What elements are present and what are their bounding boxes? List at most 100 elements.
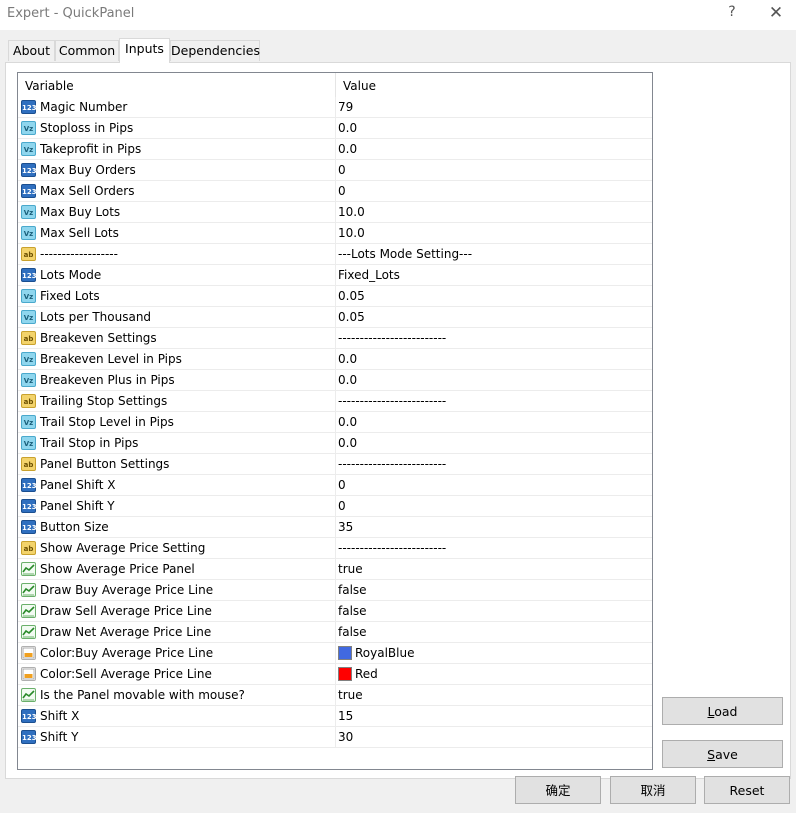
table-row[interactable]: Vz Max Sell Lots 10.0 bbox=[18, 223, 652, 244]
table-row[interactable]: ab Show Average Price Setting ------------… bbox=[18, 538, 652, 559]
table-row[interactable]: Vz Trail Stop in Pips 0.0 bbox=[18, 433, 652, 454]
value-cell[interactable]: 0 bbox=[336, 475, 652, 496]
value-cell[interactable]: 0.0 bbox=[336, 412, 652, 433]
int-icon: 123 bbox=[21, 499, 37, 513]
table-row[interactable]: Vz Max Buy Lots 10.0 bbox=[18, 202, 652, 223]
value-cell[interactable]: 0.0 bbox=[336, 139, 652, 160]
variable-cell: 123 Shift Y bbox=[18, 727, 336, 748]
value-cell[interactable]: 0.0 bbox=[336, 433, 652, 454]
value-cell[interactable]: ------------------------- bbox=[336, 391, 652, 412]
variable-name: Panel Shift X bbox=[40, 478, 116, 492]
tab-inputs[interactable]: Inputs bbox=[119, 38, 170, 63]
table-row[interactable]: 123 Lots Mode Fixed_Lots bbox=[18, 265, 652, 286]
variable-value: false bbox=[338, 604, 367, 618]
value-cell[interactable]: ------------------------- bbox=[336, 454, 652, 475]
value-cell[interactable]: Red bbox=[336, 664, 652, 685]
int-icon: 123 bbox=[21, 520, 37, 534]
tab-about[interactable]: About bbox=[8, 40, 55, 61]
inputs-table[interactable]: Variable Value 123 Magic Number 79 Vz Stoplo… bbox=[17, 72, 653, 770]
value-cell[interactable]: 10.0 bbox=[336, 202, 652, 223]
table-row[interactable]: ab Breakeven Settings --------------------… bbox=[18, 328, 652, 349]
string-icon: ab bbox=[21, 247, 36, 261]
variable-cell: 123 Panel Shift X bbox=[18, 475, 336, 496]
load-button[interactable]: Load bbox=[662, 697, 783, 725]
value-cell[interactable]: 15 bbox=[336, 706, 652, 727]
table-row[interactable]: Vz Takeprofit in Pips 0.0 bbox=[18, 139, 652, 160]
variable-cell: Vz Stoploss in Pips bbox=[18, 118, 336, 139]
reset-button[interactable]: Reset bbox=[704, 776, 790, 804]
table-row[interactable]: Color:Sell Average Price Line Red bbox=[18, 664, 652, 685]
value-cell[interactable]: 0 bbox=[336, 496, 652, 517]
value-cell[interactable]: 0 bbox=[336, 181, 652, 202]
variable-name: Fixed Lots bbox=[40, 289, 100, 303]
variable-name: Lots Mode bbox=[40, 268, 102, 282]
variable-name: Max Buy Lots bbox=[40, 205, 121, 219]
tab-dependencies[interactable]: Dependencies bbox=[170, 40, 260, 61]
variable-name: Shift Y bbox=[40, 730, 79, 744]
table-row[interactable]: 123 Button Size 35 bbox=[18, 517, 652, 538]
variable-value: Fixed_Lots bbox=[338, 268, 400, 282]
table-row[interactable]: 123 Panel Shift X0 bbox=[18, 475, 652, 496]
table-row[interactable]: Draw Sell Average Price Line false bbox=[18, 601, 652, 622]
table-row[interactable]: Draw Buy Average Price Line false bbox=[18, 580, 652, 601]
value-cell[interactable]: 0.05 bbox=[336, 307, 652, 328]
ok-button[interactable]: 确定 bbox=[515, 776, 601, 804]
variable-name: Trail Stop Level in Pips bbox=[40, 415, 174, 429]
tab-common[interactable]: Common bbox=[55, 40, 119, 61]
value-cell[interactable]: true bbox=[336, 685, 652, 706]
table-row[interactable]: Vz Trail Stop Level in Pips 0.0 bbox=[18, 412, 652, 433]
table-row[interactable]: 123 Shift X 15 bbox=[18, 706, 652, 727]
column-header-variable[interactable]: Variable bbox=[18, 73, 336, 97]
table-row[interactable]: 123 Shift Y 30 bbox=[18, 727, 652, 748]
variable-value: 0 bbox=[338, 184, 346, 198]
close-button[interactable]: ✕ bbox=[766, 3, 786, 23]
variable-name: Trailing Stop Settings bbox=[40, 394, 168, 408]
value-cell[interactable]: false bbox=[336, 601, 652, 622]
save-button[interactable]: Save bbox=[662, 740, 783, 768]
table-row[interactable]: Vz Fixed Lots 0.05 bbox=[18, 286, 652, 307]
help-button[interactable]: ? bbox=[725, 4, 739, 20]
variable-name: Panel Shift Y bbox=[40, 499, 115, 513]
variable-name: Breakeven Plus in Pips bbox=[40, 373, 175, 387]
table-row[interactable]: 123 Magic Number 79 bbox=[18, 97, 652, 118]
table-row[interactable]: Color:Buy Average Price Line RoyalBlue bbox=[18, 643, 652, 664]
value-cell[interactable]: 0.0 bbox=[336, 118, 652, 139]
value-cell[interactable]: false bbox=[336, 622, 652, 643]
bool-icon bbox=[21, 604, 36, 618]
value-cell[interactable]: 0.0 bbox=[336, 349, 652, 370]
table-row[interactable]: ab Trailing Stop Settings ----------------… bbox=[18, 391, 652, 412]
table-row[interactable]: Vz Stoploss in Pips 0.0 bbox=[18, 118, 652, 139]
table-row[interactable]: Is the Panel movable with mouse? true bbox=[18, 685, 652, 706]
variable-name: Trail Stop in Pips bbox=[40, 436, 139, 450]
value-cell[interactable]: 30 bbox=[336, 727, 652, 748]
value-cell[interactable]: 35 bbox=[336, 517, 652, 538]
value-cell[interactable]: 0 bbox=[336, 160, 652, 181]
value-cell[interactable]: 10.0 bbox=[336, 223, 652, 244]
table-row[interactable]: Draw Net Average Price Line false bbox=[18, 622, 652, 643]
variable-value: 0 bbox=[338, 163, 346, 177]
cancel-button[interactable]: 取消 bbox=[610, 776, 696, 804]
table-row[interactable]: 123 Panel Shift Y 0 bbox=[18, 496, 652, 517]
value-cell[interactable]: ------------------------- bbox=[336, 328, 652, 349]
table-row[interactable]: Vz Lots per Thousand 0.05 bbox=[18, 307, 652, 328]
value-cell[interactable]: ---Lots Mode Setting--- bbox=[336, 244, 652, 265]
table-row[interactable]: Vz Breakeven Level in Pips 0.0 bbox=[18, 349, 652, 370]
value-cell[interactable]: 0.0 bbox=[336, 370, 652, 391]
value-cell[interactable]: 0.05 bbox=[336, 286, 652, 307]
table-row[interactable]: ab Panel Button Settings -----------------… bbox=[18, 454, 652, 475]
variable-value: 0.0 bbox=[338, 142, 358, 156]
table-row[interactable]: 123 Max Buy Orders 0 bbox=[18, 160, 652, 181]
value-cell[interactable]: 79 bbox=[336, 97, 652, 118]
column-header-value[interactable]: Value bbox=[336, 73, 652, 97]
variable-value: 10.0 bbox=[338, 226, 365, 240]
value-cell[interactable]: RoyalBlue bbox=[336, 643, 652, 664]
table-row[interactable]: Show Average Price Panel true bbox=[18, 559, 652, 580]
value-cell[interactable]: ------------------------- bbox=[336, 538, 652, 559]
table-row[interactable]: 123 Max Sell Orders 0 bbox=[18, 181, 652, 202]
value-cell[interactable]: Fixed_Lots bbox=[336, 265, 652, 286]
table-row[interactable]: Vz Breakeven Plus in Pips 0.0 bbox=[18, 370, 652, 391]
table-row[interactable]: ab ------------------ ---Lots Mode Setting… bbox=[18, 244, 652, 265]
bool-icon bbox=[21, 688, 36, 702]
value-cell[interactable]: false bbox=[336, 580, 652, 601]
value-cell[interactable]: true bbox=[336, 559, 652, 580]
